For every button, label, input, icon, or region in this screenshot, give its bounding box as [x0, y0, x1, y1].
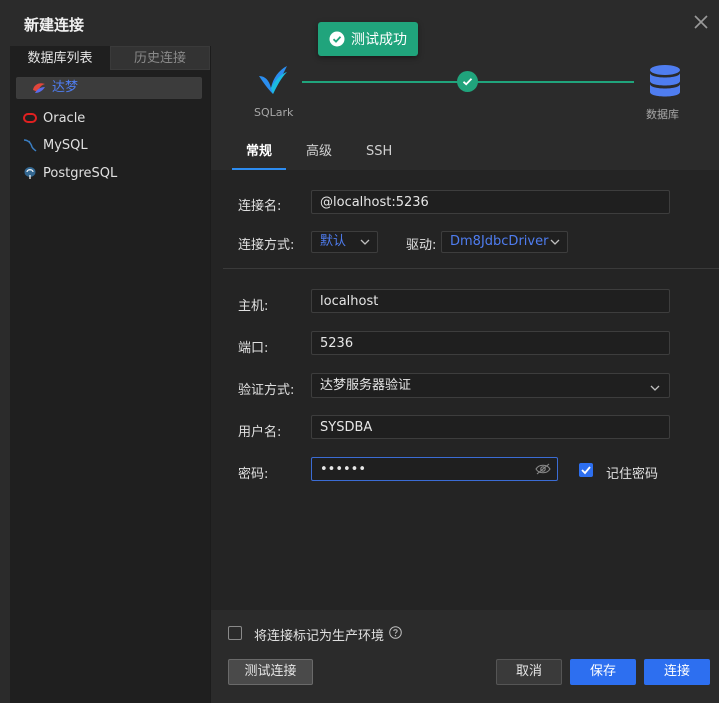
- tab-general[interactable]: 常规: [232, 140, 287, 170]
- remember-password-label: 记住密码: [606, 467, 659, 482]
- postgresql-icon: [22, 165, 38, 181]
- sidebar-item-oracle[interactable]: Oracle: [16, 105, 202, 131]
- auth-method-select[interactable]: 达梦服务器验证: [311, 373, 670, 398]
- driver-value: Dm8JdbcDriver: [450, 234, 549, 249]
- driver-label: 驱动:: [406, 238, 437, 253]
- save-button[interactable]: 保存: [570, 659, 636, 685]
- check-circle-icon: [329, 31, 345, 47]
- production-env-checkbox[interactable]: [228, 626, 242, 640]
- port-label: 端口:: [238, 341, 269, 356]
- eye-off-icon[interactable]: [535, 462, 551, 476]
- database-sidebar: 数据库列表 历史连接 达梦 Oracle MySQL PostgreSQL: [0, 46, 211, 703]
- connection-name-input[interactable]: [311, 190, 670, 214]
- database-label: 数据库: [646, 108, 679, 121]
- settings-tabs: 常规 高级 SSH: [232, 140, 406, 170]
- sqlark-logo-icon: [255, 62, 291, 98]
- dameng-icon: [31, 80, 47, 96]
- help-icon[interactable]: [389, 626, 402, 639]
- remember-password-checkbox[interactable]: [579, 463, 593, 477]
- sidebar-item-label: MySQL: [43, 137, 88, 153]
- chevron-down-icon: [649, 379, 661, 402]
- database-list: 达梦 Oracle MySQL PostgreSQL: [10, 70, 210, 703]
- form-divider: [223, 268, 719, 269]
- connect-button[interactable]: 连接: [644, 659, 710, 685]
- username-label: 用户名:: [238, 425, 282, 440]
- sidebar-item-postgresql[interactable]: PostgreSQL: [16, 160, 202, 186]
- sidebar-item-label: Oracle: [43, 110, 86, 126]
- tab-ssh[interactable]: SSH: [352, 140, 406, 168]
- host-label: 主机:: [238, 299, 269, 314]
- chevron-down-icon: [549, 235, 561, 255]
- password-input[interactable]: [311, 457, 558, 481]
- connection-method-select[interactable]: 默认: [311, 231, 378, 253]
- port-input[interactable]: [311, 331, 670, 355]
- close-icon[interactable]: [691, 12, 711, 32]
- dialog-title: 新建连接: [24, 16, 85, 34]
- production-env-label: 将连接标记为生产环境: [254, 629, 385, 644]
- mysql-icon: [22, 137, 38, 153]
- username-input[interactable]: [311, 415, 670, 439]
- tab-history[interactable]: 历史连接: [110, 46, 210, 70]
- sidebar-item-label: PostgreSQL: [43, 165, 118, 181]
- success-toast: 测试成功: [318, 22, 418, 56]
- host-input[interactable]: [311, 289, 670, 313]
- sidebar-tabs: 数据库列表 历史连接: [10, 46, 210, 70]
- connection-method-label: 连接方式:: [238, 238, 295, 253]
- connection-name-label: 连接名:: [238, 199, 282, 214]
- oracle-icon: [22, 110, 38, 126]
- sidebar-item-mysql[interactable]: MySQL: [16, 132, 202, 158]
- sqlark-label: SQLark: [254, 106, 294, 119]
- auth-method-label: 验证方式:: [238, 383, 295, 398]
- sidebar-item-dameng[interactable]: 达梦: [16, 77, 202, 99]
- toast-text: 测试成功: [351, 32, 407, 48]
- progress-check-icon: [457, 71, 478, 92]
- driver-select[interactable]: Dm8JdbcDriver: [441, 231, 568, 253]
- auth-method-value: 达梦服务器验证: [320, 378, 412, 393]
- connection-method-value: 默认: [320, 234, 347, 249]
- cancel-button[interactable]: 取消: [496, 659, 562, 685]
- sidebar-item-label: 达梦: [52, 80, 79, 95]
- tab-advanced[interactable]: 高级: [292, 140, 346, 168]
- password-label: 密码:: [238, 467, 269, 482]
- test-connection-button[interactable]: 测试连接: [228, 659, 313, 685]
- chevron-down-icon: [359, 235, 371, 255]
- tab-database-list[interactable]: 数据库列表: [10, 46, 110, 70]
- database-icon: [648, 64, 682, 100]
